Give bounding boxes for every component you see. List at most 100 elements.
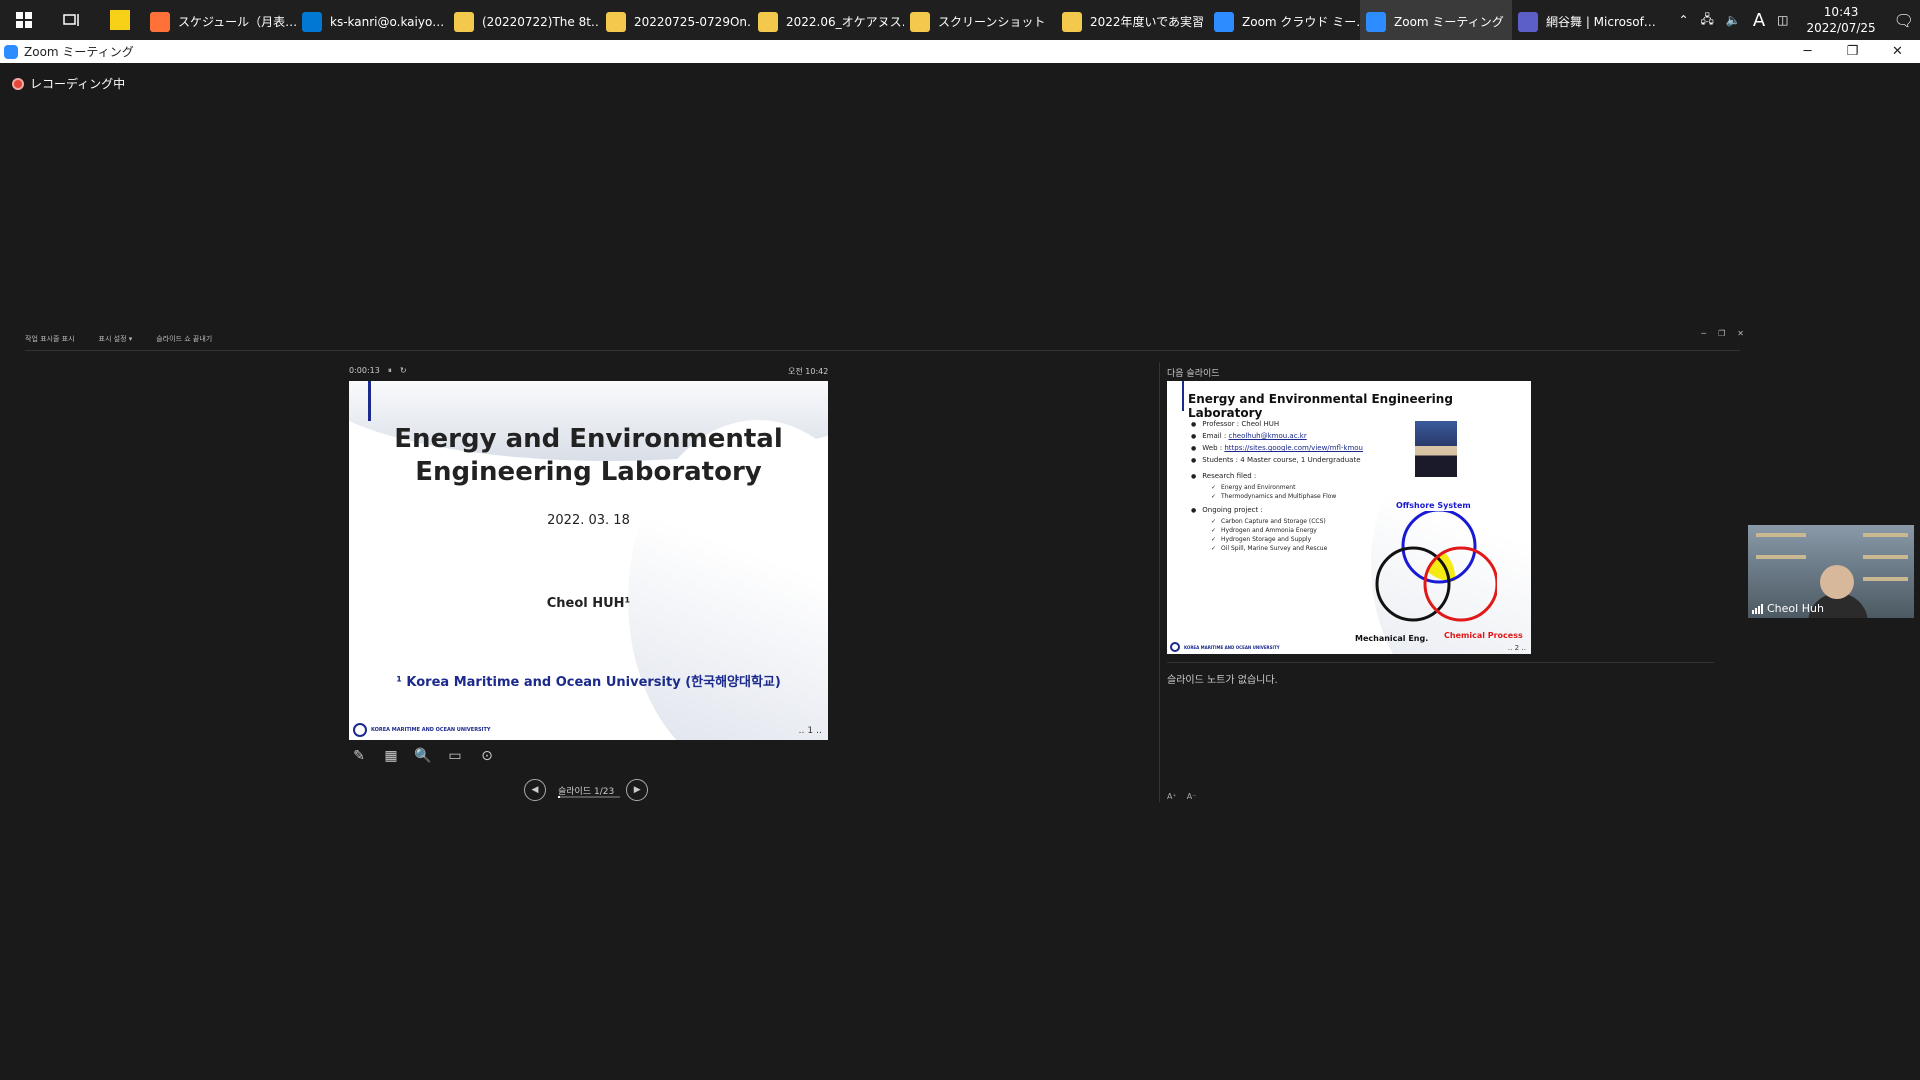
taskbar-app-button[interactable]: Zoom ミーティング	[1360, 0, 1512, 40]
pause-icon[interactable]: ⏸	[388, 366, 392, 376]
slide-accent-bar	[1182, 381, 1184, 411]
slide-title: Energy and Environmental Engineering Lab…	[349, 423, 828, 489]
pv-close-icon[interactable]: ✕	[1737, 329, 1744, 338]
slide2-footer: KOREA MARITIME AND OCEAN UNIVERSITY	[1170, 642, 1280, 652]
taskbar-app-label: (20220722)The 8t…	[482, 14, 600, 29]
list-subitem: Oil Spill, Marine Survey and Rescue	[1211, 545, 1363, 552]
taskbar-app-button[interactable]: (20220722)The 8t…	[448, 0, 600, 40]
presenter-window-controls: ─ ❐ ✕	[1701, 329, 1744, 338]
taskbar-app-label: スクリーンショット	[938, 15, 1046, 29]
close-button[interactable]: ✕	[1875, 40, 1920, 63]
restart-timer-icon[interactable]: ↻	[400, 366, 407, 376]
slide-timer: 0:00:13 ⏸ ↻	[349, 366, 407, 376]
notes-font-controls: A⁺ A⁻	[1167, 792, 1196, 801]
participant-name: Cheol Huh	[1767, 602, 1824, 615]
notes-divider[interactable]	[1167, 662, 1714, 663]
participant-video[interactable]: Cheol Huh	[1748, 525, 1914, 618]
venn-label-top: Offshore System	[1396, 501, 1471, 510]
venn-circle-left	[1375, 546, 1451, 622]
taskbar-app-button[interactable]: スクリーンショット	[904, 0, 1056, 40]
bookshelf	[1756, 533, 1806, 537]
taskbar-app-button[interactable]: スケジュール（月表…	[144, 0, 296, 40]
taskbar-app-label: 2022.06_オケアヌス…	[786, 15, 904, 29]
slide-page-number: ‥ 1 ‥	[798, 726, 822, 736]
app-icon	[1214, 11, 1234, 32]
zoom-app-icon	[4, 44, 18, 59]
speaker-notes[interactable]: 슬라이드 노트가 없습니다.	[1167, 671, 1278, 686]
taskbar-app-label: スケジュール（月表…	[178, 15, 296, 29]
app-icon	[606, 11, 626, 32]
slide-date: 2022. 03. 18	[547, 513, 630, 528]
email-label: Email :	[1202, 432, 1229, 440]
footer-text: KOREA MARITIME AND OCEAN UNIVERSITY	[1184, 644, 1280, 650]
app-icon	[1062, 11, 1082, 32]
participant-face	[1820, 565, 1854, 599]
windows-taskbar: スケジュール（月表… ks-kanri@o.kaiyo… (20220722)The…	[0, 0, 1920, 40]
chevron-up-icon[interactable]: ⌃	[1678, 13, 1688, 27]
pen-icon[interactable]: ✎	[349, 746, 369, 766]
elapsed-time: 0:00:13	[349, 366, 380, 375]
restore-button[interactable]: ❐	[1830, 40, 1875, 63]
increase-font-button[interactable]: A⁺	[1167, 792, 1177, 801]
ime-indicator[interactable]: A	[1753, 10, 1765, 31]
web-label: Web :	[1202, 444, 1225, 452]
prev-slide-button[interactable]: ◀	[524, 779, 546, 801]
zoom-icon[interactable]: 🔍	[413, 746, 433, 766]
pv-minimize-icon[interactable]: ─	[1701, 329, 1706, 338]
task-view-button[interactable]	[48, 0, 96, 40]
network-icon[interactable]: 🖧	[1701, 10, 1714, 31]
taskbar-app-button[interactable]: 2022.06_オケアヌス…	[752, 0, 904, 40]
presenter-clock: 오전 10:42	[788, 367, 829, 376]
professor-photo	[1415, 421, 1457, 477]
presenter-toolbar: 작업 표시줄 표시 표시 설정 ▾ 슬라이드 쇼 끝내기	[25, 334, 212, 344]
show-taskbar-button[interactable]: 작업 표시줄 표시	[25, 334, 75, 344]
list-subitem: Energy and Environment	[1211, 484, 1363, 491]
bookshelf	[1863, 577, 1908, 581]
zoom-window-titlebar: Zoom ミーティング ─ ❐ ✕	[0, 40, 1920, 63]
ime-mode-icon[interactable]: ◫	[1777, 13, 1788, 27]
notification-icon[interactable]: 🗨	[1894, 11, 1914, 30]
slide-title-line: Energy and Environmental	[394, 424, 783, 454]
signal-bars-icon	[1752, 603, 1763, 614]
black-screen-icon[interactable]: ▭	[445, 746, 465, 766]
taskbar-app-button[interactable]: 網谷舞 | Microsof…	[1512, 0, 1664, 40]
next-slide-preview[interactable]: Energy and Environmental Engineering Lab…	[1167, 381, 1531, 654]
windows-logo-icon	[16, 12, 32, 28]
list-subitem: Hydrogen and Ammonia Energy	[1211, 527, 1363, 534]
volume-icon[interactable]: 🔈	[1726, 13, 1741, 27]
app-icon	[1366, 11, 1386, 32]
venn-circle-right	[1423, 546, 1497, 622]
slide-counter: 슬라이드 1/23	[558, 786, 615, 797]
windows-start-button[interactable]	[0, 0, 48, 40]
bookshelf	[1756, 555, 1806, 559]
taskbar-app-label: Zoom クラウド ミー…	[1242, 15, 1360, 29]
display-settings-button[interactable]: 표시 설정 ▾	[99, 334, 133, 344]
web-link: https://sites.google.com/view/mfl-kmou	[1224, 444, 1363, 452]
minimize-button[interactable]: ─	[1785, 40, 1830, 63]
bookshelf	[1863, 555, 1908, 559]
slide-progress-bar	[558, 796, 620, 798]
taskbar-clock[interactable]: 10:43 2022/07/25	[1807, 4, 1876, 36]
end-slideshow-button[interactable]: 슬라이드 쇼 끝내기	[156, 334, 212, 344]
taskbar-app-button[interactable]: 20220725-0729On…	[600, 0, 752, 40]
bookshelf	[1863, 533, 1908, 537]
taskbar-app-button[interactable]: Zoom クラウド ミー…	[1208, 0, 1360, 40]
slide-footer: KOREA MARITIME AND OCEAN UNIVERSITY	[353, 723, 491, 737]
taskbar-app-button[interactable]: ks-kanri@o.kaiyo…	[296, 0, 448, 40]
app-icon	[1518, 11, 1538, 32]
task-view-icon	[63, 14, 79, 26]
sticky-notes-button[interactable]	[96, 0, 144, 40]
pane-divider[interactable]	[1159, 362, 1160, 802]
current-slide[interactable]: Energy and Environmental Engineering Lab…	[349, 381, 828, 740]
list-item: Professor : Cheol HUH	[1191, 420, 1363, 428]
venn-diagram	[1375, 511, 1497, 622]
next-slide-button[interactable]: ▶	[626, 779, 649, 801]
more-options-icon[interactable]: ⊙	[477, 746, 497, 766]
sticky-notes-icon	[110, 10, 130, 30]
participant-name-tag: Cheol Huh	[1752, 602, 1824, 615]
pv-restore-icon[interactable]: ❐	[1718, 329, 1725, 338]
decrease-font-button[interactable]: A⁻	[1187, 792, 1197, 801]
taskbar-app-button[interactable]: 2022年度いであ実習	[1056, 0, 1208, 40]
see-all-slides-icon[interactable]: ▦	[381, 746, 401, 766]
list-subitem: Thermodynamics and Multiphase Flow	[1211, 493, 1363, 500]
